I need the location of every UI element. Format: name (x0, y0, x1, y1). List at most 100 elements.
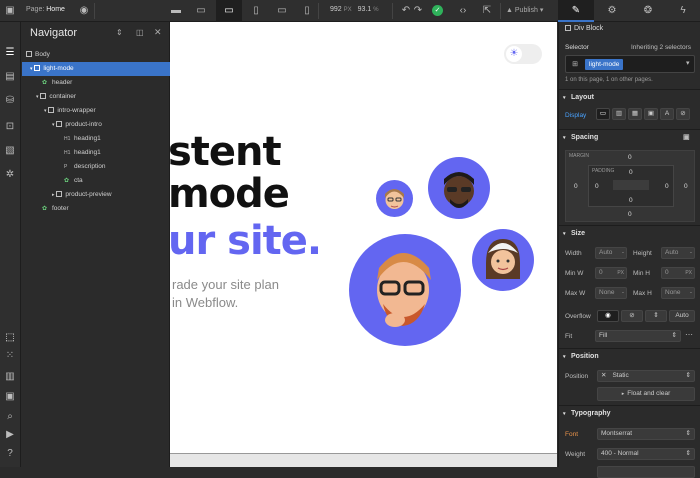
max-width-input[interactable]: None - (595, 287, 627, 299)
avatar-large (349, 234, 461, 346)
more-options-icon[interactable]: ⋯ (685, 330, 693, 339)
padding-left-value[interactable]: 0 (595, 183, 599, 190)
position-select[interactable]: ✕ Static ⇕ (597, 370, 695, 382)
settings-icon[interactable]: ✲ (3, 168, 17, 182)
help-icon[interactable]: ? (3, 447, 17, 461)
max-height-input[interactable]: None - (661, 287, 695, 299)
mobile-portrait-icon[interactable]: ▯ (301, 5, 313, 17)
dock-icon[interactable]: ◫ (136, 28, 144, 37)
selector-chip[interactable]: light-mode (585, 59, 624, 70)
x-ray-icon[interactable]: ⁙ (3, 349, 17, 363)
display-grid-icon[interactable]: ▦ (628, 108, 642, 120)
select-icon[interactable]: ⬚ (3, 331, 17, 345)
export-icon[interactable]: ⇱ (481, 5, 493, 17)
symbols-icon[interactable]: ▤ (3, 70, 17, 84)
max-width-label: Max W (565, 290, 586, 297)
section-position[interactable]: ▾ Position (559, 348, 700, 364)
desktop-large-icon[interactable]: ▬ (170, 5, 182, 17)
float-and-clear-toggle[interactable]: ▸ Float and clear (597, 387, 695, 401)
tab-style[interactable]: ✎ (558, 0, 594, 22)
desktop-icon[interactable]: ▭ (195, 5, 207, 17)
paragraph-icon: P (64, 164, 68, 170)
weight-select[interactable]: 400 - Normal ⇕ (597, 448, 695, 460)
font-select[interactable]: Montserrat ⇕ (597, 428, 695, 440)
margin-box[interactable]: MARGIN 0 0 0 0 PADDING 0 0 0 0 (565, 150, 695, 222)
min-height-input[interactable]: 0 PX (661, 267, 695, 279)
overflow-auto-button[interactable]: Auto (669, 310, 695, 322)
tree-item-heading1[interactable]: H1 heading1 (22, 132, 170, 146)
theme-toggle[interactable]: ☀ (504, 44, 542, 64)
display-inline-block-icon[interactable]: ▣ (644, 108, 658, 120)
section-layout[interactable]: ▾ Layout (559, 89, 700, 105)
min-width-input[interactable]: 0 PX (595, 267, 627, 279)
tree-item-product-preview[interactable]: ▸ product-preview (22, 188, 170, 202)
height-input[interactable]: Auto - (661, 247, 695, 259)
selector-menu-icon[interactable]: ⊞ (569, 59, 581, 70)
add-panel-icon[interactable]: ▣ (4, 5, 16, 17)
interactions-icon[interactable]: ❂ (642, 5, 654, 17)
eye-icon[interactable]: ◉ (78, 5, 90, 17)
selector-field[interactable]: ⊞ light-mode ▾ (565, 55, 695, 73)
margin-bottom-value[interactable]: 0 (628, 211, 632, 218)
display-flex-icon[interactable]: ▥ (612, 108, 626, 120)
tablet-icon[interactable]: ▯ (250, 5, 262, 17)
lightning-icon[interactable]: ϟ (677, 5, 689, 17)
display-none-icon[interactable]: ⊘ (676, 108, 690, 120)
grid-icon[interactable]: ▥ (3, 370, 17, 384)
tree-item-container[interactable]: ▾ container (22, 90, 170, 104)
heading-icon: H1 (64, 136, 71, 142)
video-icon[interactable]: ▶ (3, 428, 17, 442)
redo-icon[interactable]: ↷ (412, 5, 424, 17)
display-inline-icon[interactable]: A (660, 108, 674, 120)
fit-select[interactable]: Fill ⇕ (595, 330, 681, 342)
code-icon[interactable]: ‹› (457, 5, 469, 17)
search-icon[interactable]: ⌕ (3, 410, 17, 424)
tree-label: description (74, 163, 106, 170)
spacing-toggle-icon[interactable]: ▣ (683, 130, 690, 146)
tree-item-description[interactable]: Pdescription (22, 160, 170, 174)
chevron-down-icon[interactable]: ▾ (686, 59, 690, 67)
section-spacing[interactable]: ▾ Spacing ▣ (559, 129, 700, 145)
undo-icon[interactable]: ↶ (400, 5, 412, 17)
close-icon[interactable]: ✕ (154, 27, 162, 38)
margin-top-value[interactable]: 0 (628, 154, 632, 161)
cms-icon[interactable]: ⛁ (3, 94, 17, 108)
mobile-landscape-icon[interactable]: ▭ (276, 5, 288, 17)
tree-item-heading1[interactable]: H1 heading1 (22, 146, 170, 160)
tree-item-header[interactable]: ✿ header (22, 76, 170, 90)
ecommerce-icon[interactable]: ⊡ (3, 120, 17, 134)
gear-icon[interactable]: ⚙ (606, 5, 618, 17)
next-field[interactable] (597, 466, 695, 478)
page-name[interactable]: Home (46, 6, 65, 13)
display-block-icon[interactable]: ▭ (596, 108, 610, 120)
overflow-scroll-icon[interactable]: ⇕ (645, 310, 667, 322)
tree-item-intro-wrapper[interactable]: ▾ intro-wrapper (22, 104, 170, 118)
width-input[interactable]: Auto - (595, 247, 627, 259)
padding-bottom-value[interactable]: 0 (629, 197, 633, 204)
tree-item-body[interactable]: Body (22, 48, 170, 62)
overflow-visible-icon[interactable]: ◉ (597, 310, 619, 322)
tree-item-cta[interactable]: ✿ cta (22, 174, 170, 188)
margin-left-value[interactable]: 0 (574, 183, 578, 190)
section-typography[interactable]: ▾ Typography (559, 405, 700, 421)
collapse-icon[interactable]: ⇕ (116, 28, 123, 37)
overflow-hidden-icon[interactable]: ⊘ (621, 310, 643, 322)
preview-icon[interactable]: ▣ (3, 390, 17, 404)
canvas-bottom-bar (170, 453, 557, 467)
width-readout[interactable]: 992 PX 93.1 % (330, 6, 379, 13)
margin-right-value[interactable]: 0 (684, 183, 688, 190)
section-size[interactable]: ▾ Size (559, 225, 700, 241)
breakpoint-active[interactable]: ▭ (216, 0, 242, 22)
assets-icon[interactable]: ▧ (3, 144, 17, 158)
tree-item-product-intro[interactable]: ▾ product-intro (22, 118, 170, 132)
publish-button[interactable]: ▲ Publish ▾ (506, 6, 543, 14)
padding-box[interactable]: PADDING 0 0 0 0 (588, 165, 674, 207)
navigator-icon[interactable]: ☰ (3, 46, 17, 60)
padding-right-value[interactable]: 0 (665, 183, 669, 190)
tree-item-light-mode[interactable]: ▾ light-mode (22, 62, 170, 76)
design-canvas[interactable]: ☀ stent mode ur site. rade your site pla… (170, 22, 557, 453)
check-icon[interactable]: ✓ (432, 5, 443, 16)
inheriting-link[interactable]: Inheriting 2 selectors (631, 44, 691, 51)
tree-item-footer[interactable]: ✿ footer (22, 202, 170, 216)
padding-top-value[interactable]: 0 (629, 169, 633, 176)
